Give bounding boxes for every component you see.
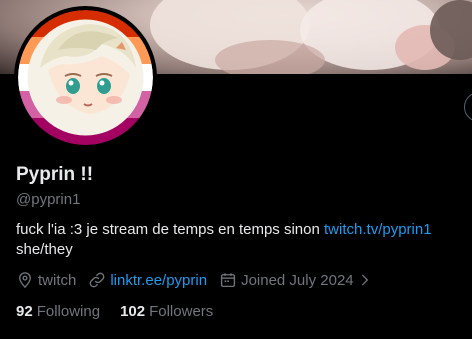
follow-stats: 92 Following 102 Followers	[16, 303, 233, 320]
location-text: twitch	[38, 271, 77, 289]
joined-item[interactable]: Joined July 2024	[219, 271, 372, 289]
location-item: twitch	[16, 271, 76, 289]
avatar[interactable]	[14, 6, 157, 149]
following-label: Following	[36, 303, 101, 320]
followers-count: 102	[120, 303, 146, 320]
display-name: Pyprin !!	[16, 164, 94, 185]
link-icon	[90, 272, 105, 288]
banner-photo-area	[215, 40, 325, 74]
followers-label: Followers	[149, 303, 214, 320]
chevron-right-icon	[361, 274, 368, 286]
more-options-button[interactable]	[464, 92, 472, 122]
bio-line-1: fuck l'ia :3 je stream de temps en temps…	[16, 220, 466, 240]
calendar-icon	[221, 273, 236, 288]
avatar-image	[18, 10, 153, 145]
followers-link[interactable]: 102 Followers	[120, 303, 213, 320]
bio-twitch-link[interactable]: twitch.tv/pyprin1	[324, 221, 432, 238]
following-count: 92	[16, 303, 33, 320]
following-link[interactable]: 92 Following	[16, 303, 100, 320]
username-handle: @pyprin1	[16, 191, 81, 208]
profile-meta: twitch linktr.ee/pyprin Joined July 2024	[16, 270, 384, 290]
location-pin-icon	[19, 272, 31, 289]
bio-text: fuck l'ia :3 je stream de temps en temps…	[16, 221, 325, 238]
website-item[interactable]: linktr.ee/pyprin	[88, 271, 207, 289]
website-link[interactable]: linktr.ee/pyprin	[110, 272, 207, 289]
joined-text: Joined July 2024	[241, 271, 354, 289]
profile-bio: fuck l'ia :3 je stream de temps en temps…	[16, 220, 466, 260]
bio-pronouns: she/they	[16, 241, 73, 258]
